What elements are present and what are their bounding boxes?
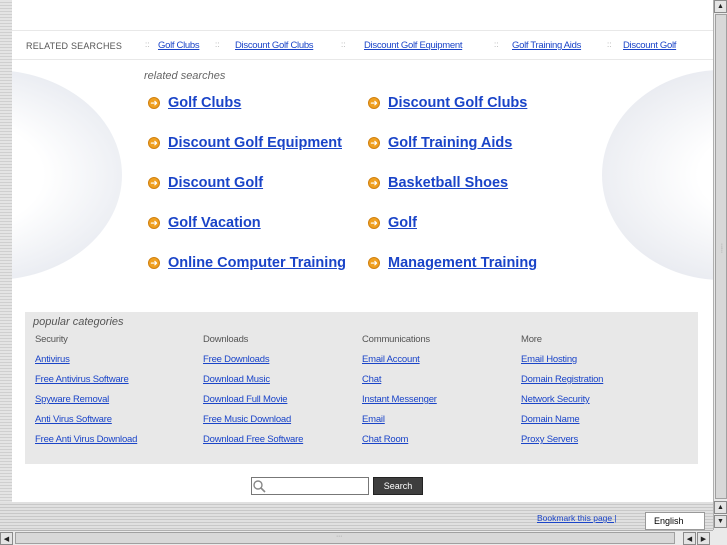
vertical-scroll-thumb[interactable]: ⋮ ⋮	[715, 14, 727, 499]
bar-link-golf-clubs[interactable]: Golf Clubs	[158, 40, 200, 51]
related-item[interactable]: ➜ Discount Golf Clubs	[368, 95, 527, 111]
related-item[interactable]: ➜ Golf Vacation	[148, 215, 261, 231]
category-column-more: More Email Hosting Domain Registration N…	[521, 334, 603, 454]
scroll-up-icon[interactable]: ▲	[714, 0, 727, 13]
related-item[interactable]: ➜ Golf Clubs	[148, 95, 241, 111]
arrow-icon: ➜	[148, 97, 160, 109]
related-link[interactable]: Golf Vacation	[168, 215, 261, 231]
related-link[interactable]: Online Computer Training	[168, 255, 346, 271]
arrow-icon: ➜	[148, 257, 160, 269]
page-content: RELATED SEARCHES :: Golf Clubs :: Discou…	[12, 0, 713, 502]
category-link[interactable]: Free Downloads	[203, 354, 303, 374]
left-decor-circle	[12, 70, 122, 280]
separator: ::	[341, 40, 346, 49]
category-link[interactable]: Network Security	[521, 394, 603, 414]
related-item[interactable]: ➜ Discount Golf	[148, 175, 263, 191]
arrow-icon: ➜	[368, 137, 380, 149]
related-link[interactable]: Discount Golf Clubs	[388, 95, 527, 111]
arrow-icon: ➜	[148, 177, 160, 189]
related-link[interactable]: Discount Golf	[168, 175, 263, 191]
separator: ::	[494, 40, 499, 49]
search-field[interactable]	[251, 477, 369, 495]
scroll-left-icon[interactable]: ◀	[0, 532, 13, 545]
related-item[interactable]: ➜ Golf Training Aids	[368, 135, 512, 151]
category-link[interactable]: Anti Virus Software	[35, 414, 137, 434]
related-link[interactable]: Golf	[388, 215, 417, 231]
category-link[interactable]: Free Anti Virus Download	[35, 434, 137, 454]
category-column-downloads: Downloads Free Downloads Download Music …	[203, 334, 303, 454]
decor-area	[12, 60, 713, 300]
category-link[interactable]: Chat	[362, 374, 437, 394]
column-heading: Security	[35, 334, 68, 345]
bar-link-discount-golf-clubs[interactable]: Discount Golf Clubs	[235, 40, 314, 51]
arrow-icon: ➜	[368, 257, 380, 269]
category-link[interactable]: Domain Name	[521, 414, 603, 434]
category-link[interactable]: Free Music Download	[203, 414, 303, 434]
grip-icon: ⋯	[336, 534, 342, 540]
arrow-icon: ➜	[148, 217, 160, 229]
related-item[interactable]: ➜ Basketball Shoes	[368, 175, 508, 191]
scroll-up-icon[interactable]: ▲	[714, 501, 727, 514]
vertical-scrollbar[interactable]: ▲ ⋮ ⋮ ▲ ▼	[713, 0, 727, 530]
bar-link-golf-training-aids[interactable]: Golf Training Aids	[512, 40, 581, 51]
bar-link-discount-golf-equipment[interactable]: Discount Golf Equipment	[364, 40, 462, 51]
arrow-icon: ➜	[368, 177, 380, 189]
horizontal-scroll-thumb[interactable]: ⋯	[15, 532, 675, 544]
category-link[interactable]: Chat Room	[362, 434, 437, 454]
related-link[interactable]: Golf Clubs	[168, 95, 241, 111]
right-decor-circle	[602, 70, 713, 280]
related-heading: related searches	[144, 70, 226, 82]
scroll-corner	[713, 530, 727, 545]
separator: ::	[145, 40, 150, 49]
category-link[interactable]: Proxy Servers	[521, 434, 603, 454]
scroll-left-icon[interactable]: ◀	[683, 532, 696, 545]
related-item[interactable]: ➜ Discount Golf Equipment	[148, 135, 342, 151]
popular-categories-panel: popular categories Security Antivirus Fr…	[25, 312, 698, 464]
related-item[interactable]: ➜ Management Training	[368, 255, 537, 271]
category-link[interactable]: Free Antivirus Software	[35, 374, 137, 394]
category-link[interactable]: Instant Messenger	[362, 394, 437, 414]
category-link[interactable]: Download Music	[203, 374, 303, 394]
related-item[interactable]: ➜ Online Computer Training	[148, 255, 346, 271]
column-heading: More	[521, 334, 542, 345]
bookmark-link[interactable]: Bookmark this page |	[537, 513, 617, 523]
category-link[interactable]: Email Account	[362, 354, 437, 374]
column-heading: Downloads	[203, 334, 249, 345]
search-input[interactable]	[268, 480, 363, 492]
language-selector[interactable]: English	[645, 512, 705, 530]
related-searches-bar: RELATED SEARCHES :: Golf Clubs :: Discou…	[12, 30, 713, 60]
related-link[interactable]: Golf Training Aids	[388, 135, 512, 151]
arrow-icon: ➜	[148, 137, 160, 149]
category-link[interactable]: Domain Registration	[521, 374, 603, 394]
related-link[interactable]: Basketball Shoes	[388, 175, 508, 191]
category-link[interactable]: Email Hosting	[521, 354, 603, 374]
related-link[interactable]: Management Training	[388, 255, 537, 271]
category-link[interactable]: Antivirus	[35, 354, 137, 374]
grip-icon: ⋮ ⋮	[719, 244, 725, 254]
category-link[interactable]: Download Free Software	[203, 434, 303, 454]
related-item[interactable]: ➜ Golf	[368, 215, 417, 231]
category-link[interactable]: Download Full Movie	[203, 394, 303, 414]
related-link[interactable]: Discount Golf Equipment	[168, 135, 342, 151]
category-column-communications: Communications Email Account Chat Instan…	[362, 334, 437, 454]
scroll-right-icon[interactable]: ▶	[697, 532, 710, 545]
category-link[interactable]: Spyware Removal	[35, 394, 137, 414]
bar-link-discount-golf[interactable]: Discount Golf	[623, 40, 676, 51]
arrow-icon: ➜	[368, 217, 380, 229]
scroll-down-icon[interactable]: ▼	[714, 515, 727, 528]
separator: ::	[215, 40, 220, 49]
category-column-security: Security Antivirus Free Antivirus Softwa…	[35, 334, 137, 454]
separator: ::	[607, 40, 612, 49]
related-searches-title: RELATED SEARCHES	[26, 41, 123, 51]
arrow-icon: ➜	[368, 97, 380, 109]
magnifier-icon	[253, 480, 266, 493]
search-button[interactable]: Search	[373, 477, 423, 495]
category-link[interactable]: Email	[362, 414, 437, 434]
popular-categories-title: popular categories	[33, 316, 124, 328]
column-heading: Communications	[362, 334, 430, 345]
horizontal-scrollbar[interactable]: ◀ ⋯ ◀ ▶	[0, 530, 713, 545]
